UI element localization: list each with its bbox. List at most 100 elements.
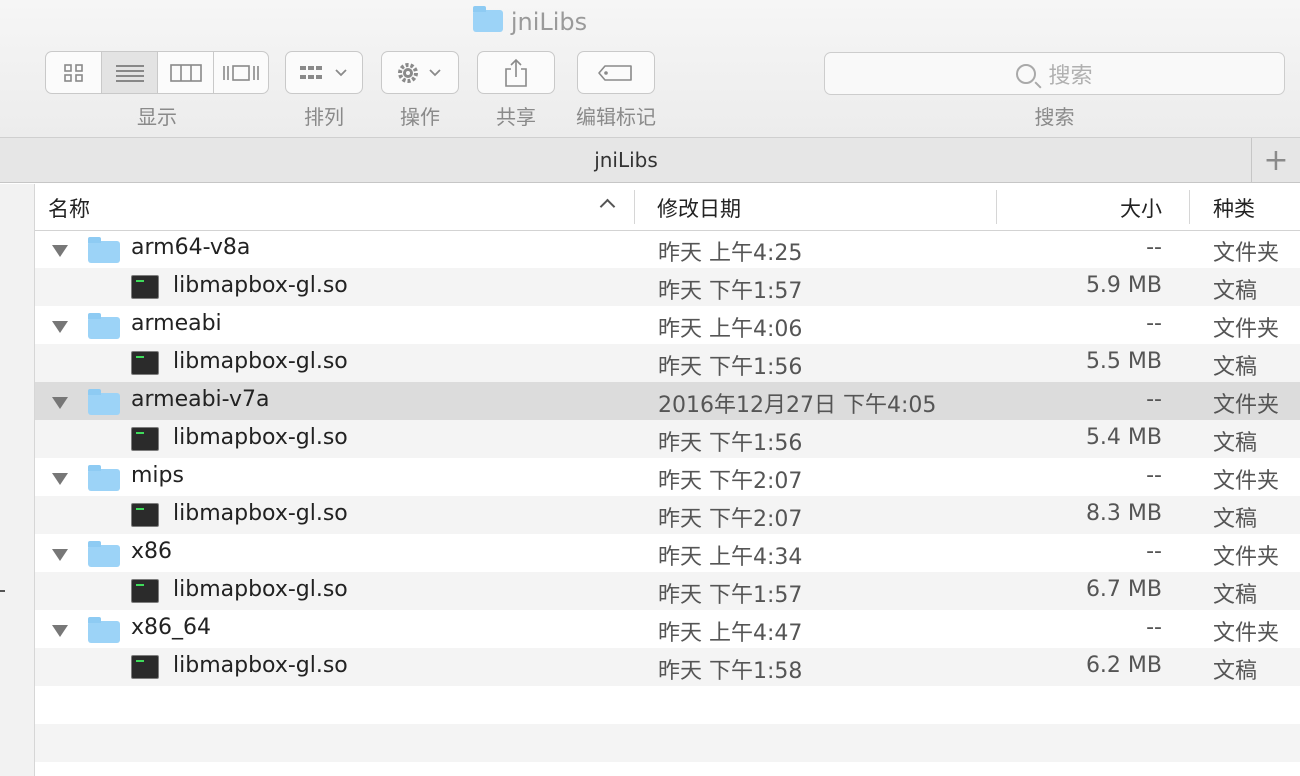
column-divider[interactable] bbox=[1189, 190, 1190, 224]
grid-icon bbox=[63, 63, 83, 82]
file-row[interactable]: libmapbox-gl.so 昨天 下午1:56 5.5 MB 文稿 bbox=[35, 344, 1300, 382]
new-tab-button[interactable]: + bbox=[1251, 138, 1300, 182]
item-kind: 文件夹 bbox=[1213, 545, 1280, 570]
folder-icon bbox=[472, 6, 503, 32]
folder-row[interactable]: x86 昨天 上午4:34 -- 文件夹 bbox=[35, 534, 1300, 572]
item-name: libmapbox-gl.so bbox=[173, 349, 348, 374]
search-label: 搜索 bbox=[1034, 105, 1075, 129]
item-name: arm64-v8a bbox=[131, 235, 251, 260]
folder-icon bbox=[88, 389, 120, 415]
item-kind: 文件夹 bbox=[1213, 317, 1280, 342]
item-name: armeabi-v7a bbox=[131, 387, 270, 412]
disclosure-triangle-icon[interactable] bbox=[52, 321, 68, 333]
tags-control bbox=[577, 51, 655, 96]
action-button[interactable] bbox=[381, 51, 459, 94]
item-name: mips bbox=[131, 463, 184, 488]
file-row[interactable]: libmapbox-gl.so 昨天 下午1:58 6.2 MB 文稿 bbox=[35, 648, 1300, 686]
empty-row bbox=[35, 686, 1300, 724]
folder-icon bbox=[88, 313, 120, 339]
sort-ascending-icon bbox=[599, 198, 616, 215]
item-date: 昨天 上午4:25 bbox=[658, 241, 803, 266]
plus-icon: + bbox=[1263, 142, 1289, 178]
item-size: 6.7 MB bbox=[1085, 577, 1162, 602]
column-size[interactable]: 大小 bbox=[1120, 193, 1162, 223]
arrange-control bbox=[285, 51, 363, 96]
item-size: 5.5 MB bbox=[1085, 349, 1162, 374]
view-mode-control bbox=[45, 51, 269, 96]
cover-flow-button[interactable] bbox=[213, 51, 269, 94]
file-list: 名称 修改日期 大小 种类 arm64-v8a 昨天 上午4:25 -- 文件夹… bbox=[35, 184, 1300, 776]
item-kind: 文稿 bbox=[1213, 355, 1258, 380]
tab-jnilibs[interactable]: jniLibs bbox=[0, 148, 1252, 172]
view-label: 显示 bbox=[137, 105, 177, 129]
folder-icon bbox=[88, 541, 120, 567]
item-date: 昨天 上午4:34 bbox=[658, 545, 803, 570]
arrange-button[interactable] bbox=[285, 51, 363, 94]
column-name[interactable]: 名称 bbox=[48, 193, 90, 223]
columns-icon bbox=[169, 63, 202, 82]
list-view-button[interactable] bbox=[101, 51, 157, 94]
column-kind[interactable]: 种类 bbox=[1213, 193, 1255, 223]
item-kind: 文件夹 bbox=[1213, 241, 1280, 266]
item-kind: 文件夹 bbox=[1213, 469, 1280, 494]
executable-icon bbox=[131, 655, 159, 679]
file-row[interactable]: libmapbox-gl.so 昨天 下午1:57 5.9 MB 文稿 bbox=[35, 268, 1300, 306]
executable-icon bbox=[131, 503, 159, 527]
item-date: 昨天 下午2:07 bbox=[658, 469, 803, 494]
item-date: 2016年12月27日 下午4:05 bbox=[658, 393, 937, 418]
item-name: x86_64 bbox=[131, 615, 212, 640]
search-input[interactable]: 搜索 bbox=[824, 52, 1285, 95]
column-view-button[interactable] bbox=[157, 51, 213, 94]
folder-row[interactable]: x86_64 昨天 上午4:47 -- 文件夹 bbox=[35, 610, 1300, 648]
item-size: -- bbox=[1146, 539, 1162, 564]
gear-icon bbox=[398, 62, 441, 83]
disclosure-triangle-icon[interactable] bbox=[52, 245, 68, 257]
executable-icon bbox=[131, 579, 159, 603]
item-size: -- bbox=[1146, 311, 1162, 336]
action-label: 操作 bbox=[400, 105, 440, 129]
sidebar-indicator bbox=[0, 590, 5, 592]
executable-icon bbox=[131, 275, 159, 299]
item-kind: 文稿 bbox=[1213, 507, 1258, 532]
share-button[interactable] bbox=[477, 51, 555, 94]
executable-icon bbox=[131, 427, 159, 451]
column-divider[interactable] bbox=[634, 190, 635, 224]
item-date: 昨天 下午1:56 bbox=[658, 355, 803, 380]
file-row[interactable]: libmapbox-gl.so 昨天 下午1:57 6.7 MB 文稿 bbox=[35, 572, 1300, 610]
folder-row[interactable]: mips 昨天 下午2:07 -- 文件夹 bbox=[35, 458, 1300, 496]
folder-icon bbox=[88, 465, 120, 491]
item-size: 8.3 MB bbox=[1085, 501, 1162, 526]
disclosure-triangle-icon[interactable] bbox=[52, 397, 68, 409]
item-size: -- bbox=[1146, 387, 1162, 412]
item-name: x86 bbox=[131, 539, 173, 564]
empty-row bbox=[35, 724, 1300, 762]
share-label: 共享 bbox=[496, 105, 536, 129]
column-date[interactable]: 修改日期 bbox=[657, 193, 741, 223]
executable-icon bbox=[131, 351, 159, 375]
item-date: 昨天 下午1:56 bbox=[658, 431, 803, 456]
tab-bar: jniLibs + bbox=[0, 138, 1300, 183]
item-date: 昨天 下午1:57 bbox=[658, 279, 803, 304]
folder-row[interactable]: arm64-v8a 昨天 上午4:25 -- 文件夹 bbox=[35, 230, 1300, 268]
icon-view-button[interactable] bbox=[45, 51, 101, 94]
item-date: 昨天 上午4:06 bbox=[658, 317, 803, 342]
rows: arm64-v8a 昨天 上午4:25 -- 文件夹 libmapbox-gl.… bbox=[35, 230, 1300, 762]
file-row[interactable]: libmapbox-gl.so 昨天 下午2:07 8.3 MB 文稿 bbox=[35, 496, 1300, 534]
item-name: libmapbox-gl.so bbox=[173, 653, 348, 678]
disclosure-triangle-icon[interactable] bbox=[52, 549, 68, 561]
item-name: armeabi bbox=[131, 311, 222, 336]
folder-row-selected[interactable]: armeabi-v7a 2016年12月27日 下午4:05 -- 文件夹 bbox=[35, 382, 1300, 420]
folder-row[interactable]: armeabi 昨天 上午4:06 -- 文件夹 bbox=[35, 306, 1300, 344]
column-divider[interactable] bbox=[996, 190, 997, 224]
item-name: libmapbox-gl.so bbox=[173, 273, 348, 298]
item-name: libmapbox-gl.so bbox=[173, 425, 348, 450]
item-name: libmapbox-gl.so bbox=[173, 501, 348, 526]
disclosure-triangle-icon[interactable] bbox=[52, 473, 68, 485]
item-kind: 文稿 bbox=[1213, 279, 1258, 304]
file-row[interactable]: libmapbox-gl.so 昨天 下午1:56 5.4 MB 文稿 bbox=[35, 420, 1300, 458]
item-size: -- bbox=[1146, 463, 1162, 488]
disclosure-triangle-icon[interactable] bbox=[52, 625, 68, 637]
item-kind: 文稿 bbox=[1213, 659, 1258, 684]
edit-tags-button[interactable] bbox=[577, 51, 655, 94]
item-kind: 文稿 bbox=[1213, 583, 1258, 608]
